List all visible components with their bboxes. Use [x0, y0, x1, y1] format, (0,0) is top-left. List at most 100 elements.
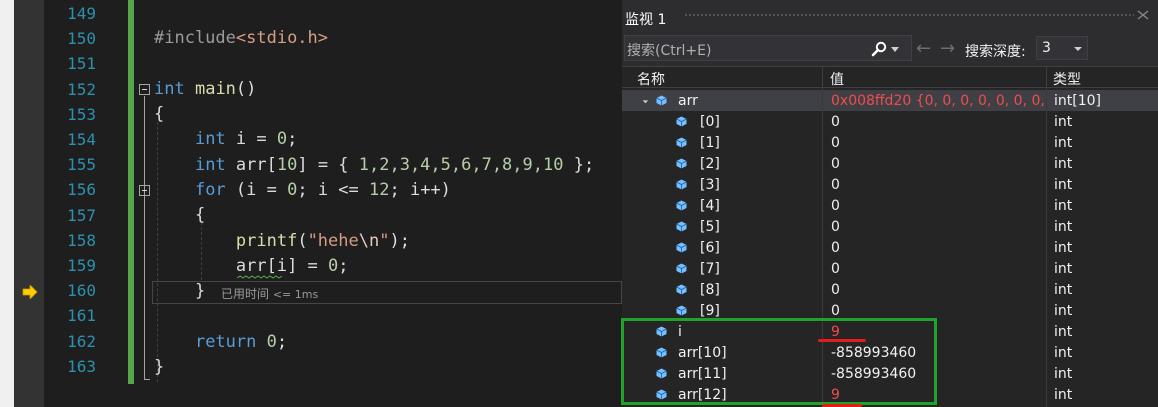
annotation-underline-i	[818, 339, 866, 342]
watch-value[interactable]: 0	[831, 198, 1046, 214]
code-line-152: int main()	[154, 79, 257, 99]
watch-row[interactable]: [1] 0 int	[622, 132, 1158, 153]
watch-name: [0]	[700, 114, 720, 130]
line-number: 150	[67, 29, 96, 49]
watch-type: int	[1054, 282, 1073, 298]
line-number: 153	[67, 104, 96, 124]
line-number: 155	[67, 155, 96, 175]
line-number: 162	[67, 331, 96, 351]
code-line-158: printf("hehe\n");	[235, 231, 410, 251]
line-number: 157	[67, 205, 96, 225]
search-depth-label: 搜索深度:	[965, 44, 1026, 60]
code-line-153: {	[154, 104, 165, 124]
code-line-155: int arr[10] = { 1,2,3,4,5,6,7,8,9,10 };	[194, 155, 595, 175]
watch-row[interactable]: [6] 0 int	[622, 237, 1158, 258]
watch-name: [5]	[700, 219, 720, 235]
watch-name: arr	[678, 93, 698, 109]
changes-bar	[128, 0, 134, 384]
column-header-value[interactable]: 值	[830, 69, 844, 89]
watch-row[interactable]: [8] 0 int	[622, 279, 1158, 300]
watch-name: [8]	[700, 282, 720, 298]
chevron-down-icon	[1074, 47, 1082, 51]
close-icon[interactable]	[1136, 10, 1150, 20]
watch-type: int	[1054, 387, 1073, 403]
watch-value[interactable]: 0	[831, 177, 1046, 193]
indicator-margin	[14, 0, 44, 407]
code-line-160: }	[194, 281, 206, 301]
watch-row[interactable]: [5] 0 int	[622, 216, 1158, 237]
watch-row[interactable]: [7] 0 int	[622, 258, 1158, 279]
column-divider[interactable]	[822, 67, 823, 87]
watch-row[interactable]: arr 0x008ffd20 {0, 0, 0, 0, 0, 0, 0, 0, .…	[622, 90, 1158, 111]
line-number: 163	[67, 356, 96, 376]
watch-toolbar: 搜索(Ctrl+E) ← → 搜索深度: 3	[622, 30, 1158, 66]
search-options-dropdown-icon[interactable]	[891, 47, 899, 52]
watch-value[interactable]: 0	[831, 135, 1046, 151]
watch-column-header: 名称 值 类型	[622, 66, 1158, 88]
watch-name: [3]	[700, 177, 720, 193]
code-line-163: }	[154, 357, 165, 377]
line-number: 149	[67, 4, 96, 23]
variable-icon	[676, 242, 687, 253]
elapsed-time-tip: 已用时间 <= 1ms	[221, 287, 319, 301]
watch-type: int	[1054, 324, 1073, 340]
variable-icon	[676, 221, 687, 232]
watch-title: 监视 1	[625, 12, 667, 28]
line-number: 158	[67, 230, 96, 250]
watch-value[interactable]: 0	[831, 303, 1046, 319]
line-number: 159	[67, 256, 96, 275]
variable-icon	[676, 137, 687, 148]
collapse-for-toggle[interactable]	[139, 185, 150, 196]
variable-icon	[676, 263, 687, 274]
column-header-name[interactable]: 名称	[637, 69, 665, 89]
watch-value[interactable]: 0x008ffd20 {0, 0, 0, 0, 0, 0, 0, 0, ...	[831, 93, 1046, 109]
watch-row[interactable]: [3] 0 int	[622, 174, 1158, 195]
title-grip	[684, 13, 1134, 18]
watch-name: [7]	[700, 261, 720, 277]
watch-row[interactable]: [2] 0 int	[622, 153, 1158, 174]
watch-type: int	[1054, 261, 1073, 277]
code-line-150: #include<stdio.h>	[154, 28, 329, 48]
search-previous-icon[interactable]: ←	[916, 40, 931, 58]
line-number: 161	[67, 306, 96, 326]
watch-value[interactable]: 0	[831, 282, 1046, 298]
search-next-icon[interactable]: →	[940, 40, 955, 58]
watch-value[interactable]: 0	[831, 156, 1046, 172]
column-divider	[1046, 88, 1047, 407]
watch-row[interactable]: [0] 0 int	[622, 111, 1158, 132]
watch-value[interactable]: 0	[831, 219, 1046, 235]
collapse-main-toggle[interactable]	[139, 84, 150, 95]
column-divider[interactable]	[1046, 67, 1047, 87]
variable-icon	[676, 305, 687, 316]
search-depth-select[interactable]: 3	[1036, 36, 1088, 60]
watch-value[interactable]: 0	[831, 114, 1046, 130]
watch-type: int	[1054, 366, 1073, 382]
code-editor[interactable]: 149 150 151 152 153 154 155 156 157 158 159 160 161 1…	[44, 0, 622, 407]
search-icon[interactable]	[871, 41, 887, 57]
code-line-156: for (i = 0; i <= 12; i++)	[194, 180, 451, 200]
line-number: 152	[67, 79, 96, 99]
watch-type: int	[1054, 219, 1073, 235]
warning-squiggle	[237, 275, 283, 279]
watch-row[interactable]: [4] 0 int	[622, 195, 1158, 216]
watch-name: [1]	[700, 135, 720, 151]
code-line-157: {	[194, 205, 206, 225]
column-header-type[interactable]: 类型	[1053, 69, 1081, 89]
watch-type: int	[1054, 240, 1073, 256]
watch-type: int	[1054, 177, 1073, 193]
watch-name: [6]	[700, 240, 720, 256]
variable-icon	[676, 158, 687, 169]
watch-type: int	[1054, 303, 1073, 319]
watch-name: [4]	[700, 198, 720, 214]
search-input[interactable]: 搜索(Ctrl+E)	[624, 35, 912, 61]
line-number: 160	[67, 281, 96, 301]
watch-value[interactable]: 0	[831, 261, 1046, 277]
line-number: 151	[67, 54, 96, 74]
variable-icon	[676, 200, 687, 211]
watch-value[interactable]: 0	[831, 240, 1046, 256]
variable-icon	[676, 284, 687, 295]
watch-title-bar[interactable]: 监视 1	[622, 0, 1158, 30]
variable-icon	[676, 116, 687, 127]
collapse-arrow-icon[interactable]	[639, 94, 649, 104]
line-number: 156	[67, 180, 96, 200]
